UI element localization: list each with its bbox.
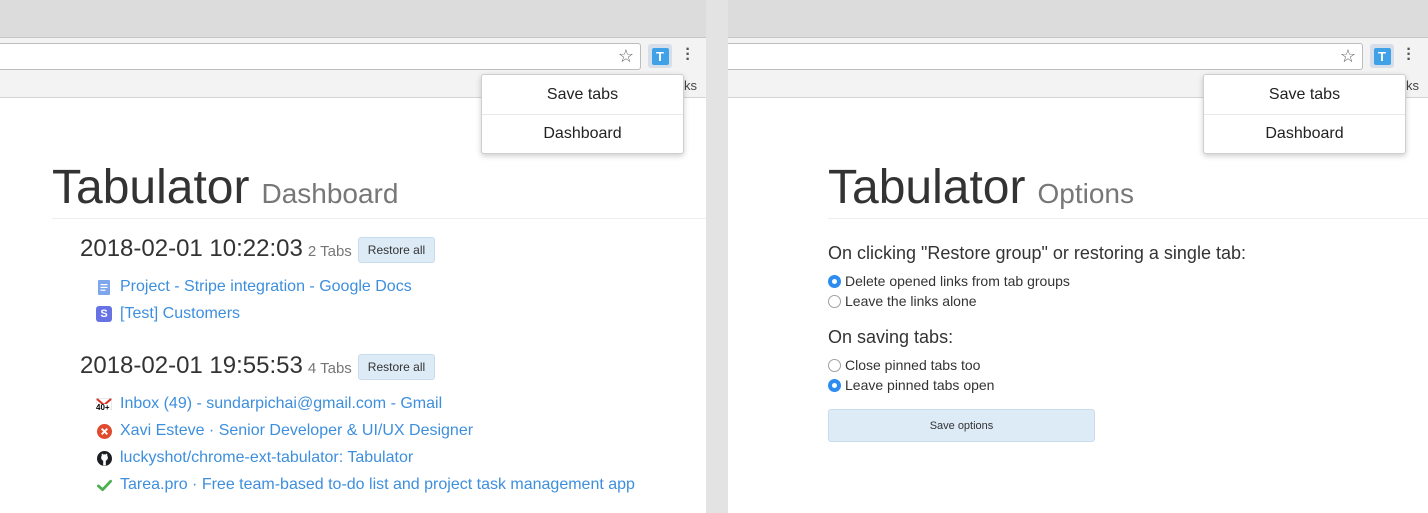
x-circle-icon (96, 423, 112, 439)
group-date: 2018-02-01 19:55:53 (80, 352, 303, 379)
page-title: Tabulator Dashboard (52, 160, 398, 215)
address-bar[interactable]: ☆ (728, 43, 1363, 70)
browser-menu-icon[interactable]: · · · (682, 42, 694, 68)
tab-link[interactable]: Xavi Esteve · Senior Developer & UI/UX D… (96, 421, 473, 441)
popup-dashboard-button[interactable]: Dashboard (1204, 114, 1405, 153)
tab-link[interactable]: Tarea.pro · Free team-based to-do list a… (96, 475, 635, 495)
tab-link-title[interactable]: [Test] Customers (120, 305, 240, 323)
group-date: 2018-02-01 10:22:03 (80, 235, 303, 262)
tab-link[interactable]: S [Test] Customers (96, 304, 240, 324)
tabulator-extension-button[interactable]: T (648, 44, 672, 68)
saving-option-close-pinned[interactable]: Close pinned tabs too (828, 356, 980, 374)
restore-option-delete[interactable]: Delete opened links from tab groups (828, 272, 1070, 290)
radio-button[interactable] (828, 294, 841, 308)
bookmarks-bar-label[interactable]: ks (1406, 78, 1419, 93)
title-divider (52, 218, 706, 219)
address-bar[interactable]: ☆ (0, 43, 641, 70)
browser-tab-strip (0, 0, 706, 38)
tab-link[interactable]: 40+ Inbox (49) - sundarpichai@gmail.com … (96, 394, 442, 414)
gmail-icon: 40+ (96, 396, 112, 412)
radio-label[interactable]: Delete opened links from tab groups (845, 273, 1070, 289)
tab-group-header: 2018-02-01 10:22:03 2 Tabs Restore all (80, 235, 436, 265)
tab-link[interactable]: luckyshot/chrome-ext-tabulator: Tabulato… (96, 448, 413, 468)
tabulator-logo-icon: T (651, 47, 669, 65)
stripe-icon: S (96, 306, 112, 322)
group-tab-count: 2 Tabs (307, 243, 352, 260)
radio-button[interactable] (828, 358, 841, 372)
popup-save-tabs-button[interactable]: Save tabs (482, 75, 683, 114)
radio-label[interactable]: Leave the links alone (845, 293, 977, 309)
browser-toolbar: ☆ T · · · (728, 38, 1428, 74)
bookmark-star-icon[interactable]: ☆ (1340, 46, 1356, 66)
tab-link-title[interactable]: luckyshot/chrome-ext-tabulator: Tabulato… (120, 449, 413, 467)
save-options-button[interactable]: Save options (828, 409, 1095, 442)
github-icon (96, 450, 112, 466)
restore-all-button[interactable]: Restore all (357, 237, 436, 263)
saving-options-heading: On saving tabs: (828, 327, 954, 347)
tab-link[interactable]: Project - Stripe integration - Google Do… (96, 277, 412, 297)
browser-toolbar: ☆ T · · · (0, 38, 706, 74)
popup-dashboard-button[interactable]: Dashboard (482, 114, 683, 153)
title-divider (828, 218, 1428, 219)
google-docs-icon (96, 279, 112, 295)
tab-link-title[interactable]: Inbox (49) - sundarpichai@gmail.com - Gm… (120, 395, 442, 413)
tab-link-title[interactable]: Xavi Esteve · Senior Developer & UI/UX D… (120, 422, 473, 440)
checkmark-icon (96, 477, 112, 493)
popup-save-tabs-button[interactable]: Save tabs (1204, 75, 1405, 114)
tabulator-extension-button[interactable]: T (1370, 44, 1394, 68)
tabulator-logo-icon: T (1373, 47, 1391, 65)
bookmarks-bar-label[interactable]: ks (684, 78, 697, 93)
group-tab-count: 4 Tabs (307, 360, 352, 377)
extension-popup: Save tabs Dashboard (481, 74, 684, 154)
bookmark-star-icon[interactable]: ☆ (618, 46, 634, 66)
dashboard-window: ☆ T · · · ks Save tabs Dashboard Tabulator… (0, 0, 706, 513)
saving-option-leave-pinned[interactable]: Leave pinned tabs open (828, 376, 994, 394)
page-subtitle: Options (1037, 178, 1134, 209)
page-subtitle: Dashboard (261, 178, 399, 209)
tab-group-header: 2018-02-01 19:55:53 4 Tabs Restore all (80, 352, 436, 382)
restore-all-button[interactable]: Restore all (357, 354, 436, 380)
app-title: Tabulator (52, 161, 250, 214)
window-divider (706, 0, 728, 513)
page-title: Tabulator Options (828, 160, 1134, 215)
tab-link-title[interactable]: Project - Stripe integration - Google Do… (120, 278, 412, 296)
radio-label[interactable]: Close pinned tabs too (845, 357, 980, 373)
radio-button[interactable] (828, 378, 841, 392)
app-title: Tabulator (828, 161, 1026, 214)
options-window: ☆ T · · · ks Save tabs Dashboard Tabulator… (728, 0, 1428, 513)
radio-button[interactable] (828, 274, 841, 288)
tab-link-title[interactable]: Tarea.pro · Free team-based to-do list a… (120, 476, 635, 494)
restore-option-leave[interactable]: Leave the links alone (828, 292, 977, 310)
radio-label[interactable]: Leave pinned tabs open (845, 377, 994, 393)
extension-popup: Save tabs Dashboard (1203, 74, 1406, 154)
browser-menu-icon[interactable]: · · · (1403, 42, 1415, 68)
restore-options-heading: On clicking "Restore group" or restoring… (828, 243, 1246, 263)
browser-tab-strip (728, 0, 1428, 38)
